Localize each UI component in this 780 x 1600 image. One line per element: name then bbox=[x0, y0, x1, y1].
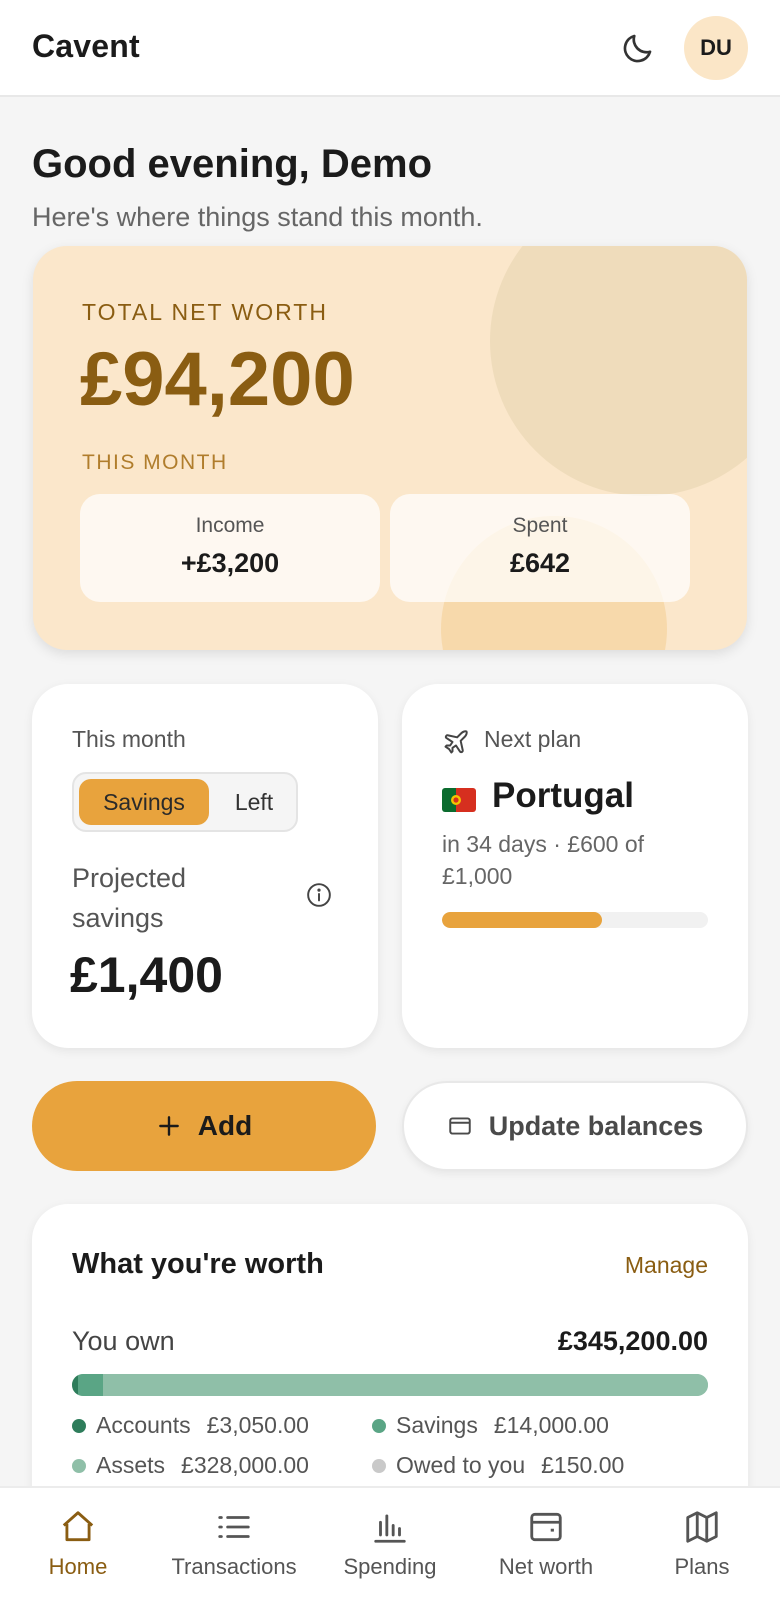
net-worth-value: £94,200 bbox=[80, 337, 355, 422]
income-label: Income bbox=[195, 514, 265, 537]
toggle-left[interactable]: Left bbox=[214, 779, 294, 825]
legend-dot bbox=[72, 1418, 86, 1433]
nav-item-home[interactable]: Home bbox=[0, 1488, 156, 1600]
update-balances-label: Update balances bbox=[488, 1110, 704, 1141]
projected-savings-value: £1,400 bbox=[70, 947, 223, 1003]
you-own-label: You own bbox=[72, 1326, 175, 1356]
nav-label: Net worth bbox=[498, 1554, 594, 1579]
nav-label: Plans bbox=[674, 1554, 730, 1579]
page-subtitle: Here's where things stand this month. bbox=[32, 202, 483, 232]
legend-value: £150.00 bbox=[541, 1452, 625, 1478]
legend-value: £14,000.00 bbox=[493, 1412, 609, 1438]
plus-icon bbox=[158, 1116, 179, 1136]
plane-icon bbox=[444, 730, 468, 754]
legend-owed-to-you: Owed to you £150.00 bbox=[372, 1452, 624, 1479]
projected-savings-label: Projected savings bbox=[72, 863, 187, 933]
map-icon bbox=[686, 1511, 718, 1543]
ownership-bar-segment bbox=[103, 1374, 708, 1396]
bar-chart-icon bbox=[374, 1514, 406, 1543]
info-icon[interactable] bbox=[306, 882, 332, 908]
portugal-flag-icon bbox=[442, 788, 476, 812]
wallet-icon bbox=[530, 1512, 562, 1542]
ownership-bar bbox=[72, 1374, 708, 1396]
nav-item-net-worth[interactable]: Net worth bbox=[468, 1488, 624, 1600]
savings-left-toggle: Savings Left bbox=[72, 772, 298, 832]
legend-value: £328,000.00 bbox=[181, 1452, 309, 1478]
decorative-circle bbox=[490, 246, 747, 496]
nav-item-transactions[interactable]: Transactions bbox=[156, 1488, 312, 1600]
nav-label: Home bbox=[48, 1554, 108, 1579]
legend-accounts: Accounts £3,050.00 bbox=[72, 1412, 309, 1439]
legend-dot bbox=[372, 1418, 386, 1433]
nav-label: Spending bbox=[343, 1554, 437, 1579]
spent-value: £642 bbox=[509, 548, 571, 578]
ownership-bar-segment bbox=[77, 1374, 104, 1396]
this-month-label: THIS MONTH bbox=[82, 451, 228, 474]
plan-detail: in 34 days · £600 of £1,000 bbox=[442, 831, 645, 889]
legend-savings: Savings £14,000.00 bbox=[372, 1412, 609, 1439]
toggle-savings[interactable]: Savings bbox=[79, 779, 209, 825]
list-icon bbox=[218, 1516, 250, 1538]
savings-card: This month Savings Left Projected saving… bbox=[32, 684, 378, 1048]
moon-icon[interactable] bbox=[620, 30, 656, 66]
savings-card-title: This month bbox=[72, 726, 186, 752]
net-worth-card: TOTAL NET WORTH £94,200 THIS MONTH Incom… bbox=[33, 246, 747, 650]
spent-label: Spent bbox=[512, 514, 568, 537]
plan-progress-fill bbox=[442, 912, 602, 928]
income-value: +£3,200 bbox=[180, 548, 280, 578]
legend-label: Owed to you bbox=[396, 1452, 526, 1478]
spent-stat: Spent £642 bbox=[390, 494, 690, 602]
brand-name[interactable]: Cavent bbox=[32, 28, 140, 65]
you-own-value: £345,200.00 bbox=[557, 1326, 708, 1356]
legend-dot bbox=[372, 1458, 386, 1473]
app-header: Cavent DU bbox=[0, 0, 780, 97]
nav-item-spending[interactable]: Spending bbox=[312, 1488, 468, 1600]
legend-value: £3,050.00 bbox=[206, 1412, 309, 1438]
plan-progress-bar bbox=[442, 912, 708, 928]
manage-link[interactable]: Manage bbox=[625, 1252, 708, 1279]
add-button[interactable]: Add bbox=[32, 1081, 376, 1171]
add-button-label: Add bbox=[197, 1110, 253, 1141]
home-icon bbox=[62, 1511, 94, 1542]
next-plan-card[interactable]: Next plan Portugal in 34 days · £600 of … bbox=[402, 684, 748, 1048]
nav-label: Transactions bbox=[171, 1554, 297, 1579]
bottom-nav: Home Transactions Spending Net worth Pla… bbox=[0, 1486, 780, 1600]
legend-dot bbox=[72, 1458, 86, 1473]
next-plan-label: Next plan bbox=[484, 726, 582, 752]
legend-label: Assets bbox=[96, 1452, 166, 1478]
legend-label: Accounts bbox=[96, 1412, 191, 1438]
legend-assets: Assets £328,000.00 bbox=[72, 1452, 309, 1479]
nav-item-plans[interactable]: Plans bbox=[624, 1488, 780, 1600]
legend-label: Savings bbox=[396, 1412, 478, 1438]
page-title: Good evening, Demo bbox=[32, 142, 433, 186]
worth-card-title: What you're worth bbox=[72, 1248, 324, 1280]
wallet-icon bbox=[448, 1117, 471, 1135]
update-balances-button[interactable]: Update balances bbox=[402, 1081, 748, 1171]
plan-destination: Portugal bbox=[492, 776, 634, 815]
avatar[interactable]: DU bbox=[684, 16, 748, 80]
income-stat: Income +£3,200 bbox=[80, 494, 380, 602]
net-worth-label: TOTAL NET WORTH bbox=[82, 299, 328, 325]
